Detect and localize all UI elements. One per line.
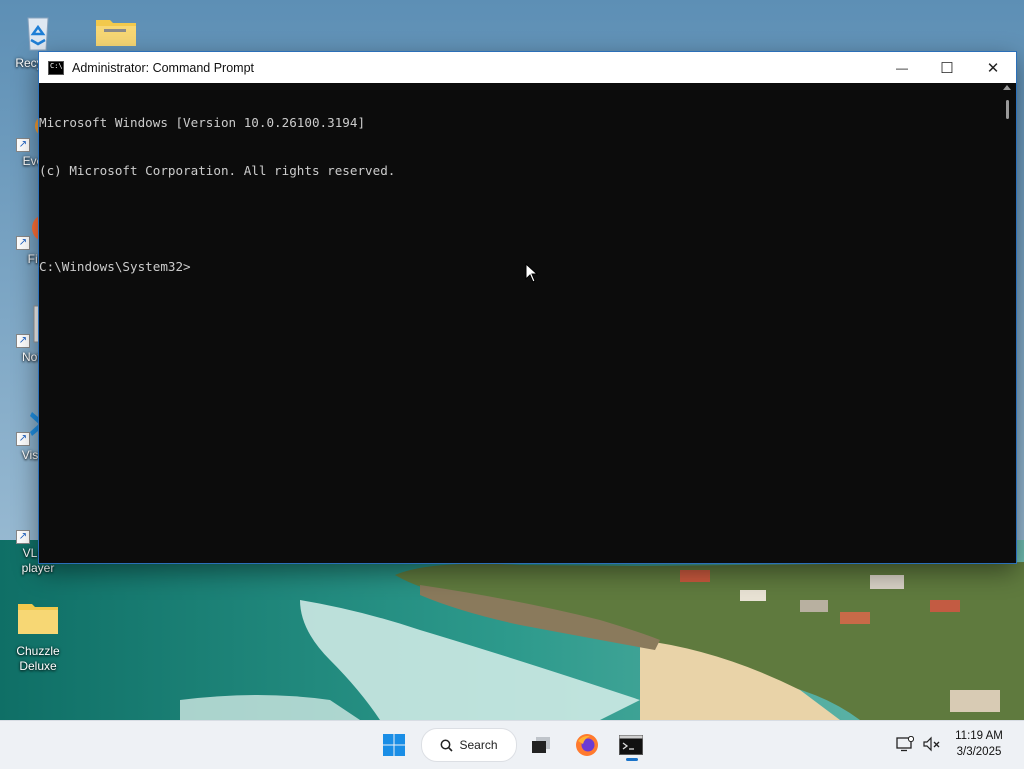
desktop-icon-label-line2: player [21,561,55,575]
console-output[interactable]: Microsoft Windows [Version 10.0.26100.31… [39,83,999,563]
search-label: Search [459,738,498,752]
clock-time: 11:19 AM [955,730,1003,742]
command-prompt-icon [619,735,643,755]
network-icon[interactable] [896,736,914,752]
shortcut-arrow-icon: ↗ [16,236,30,250]
console-prompt[interactable]: C:\Windows\System32> [39,259,999,275]
task-view-icon [532,737,550,753]
console-line: (c) Microsoft Corporation. All rights re… [39,163,396,178]
desktop-icon-zip-folder[interactable] [78,10,154,56]
taskbar-search-button[interactable]: Search [421,721,517,769]
firefox-icon [576,734,598,756]
shortcut-arrow-icon: ↗ [16,138,30,152]
folder-icon [16,598,60,642]
active-app-indicator [626,758,638,761]
clock-date: 3/3/2025 [956,746,1002,758]
volume-muted-icon[interactable] [923,736,941,752]
minimize-button[interactable]: — [879,52,925,83]
maximize-icon: ☐ [940,59,954,77]
close-icon: ✕ [986,59,1000,77]
command-prompt-icon [48,60,64,75]
shortcut-arrow-icon: ↗ [16,530,30,544]
recycle-bin-icon [16,10,60,54]
window-titlebar[interactable]: Administrator: Command Prompt — ☐ ✕ [39,52,1016,83]
window-title: Administrator: Command Prompt [72,60,255,75]
zip-folder-icon [94,10,138,54]
minimize-icon: — [896,60,908,75]
desktop-icon-label-line2: Deluxe [19,659,57,673]
search-box[interactable]: Search [421,728,517,762]
scrollbar-thumb[interactable] [1006,100,1009,119]
taskbar: Search [0,720,1024,769]
windows-logo-icon [383,734,405,756]
console-line: Microsoft Windows [Version 10.0.26100.31… [39,115,366,130]
taskbar-firefox-button[interactable] [568,721,606,769]
command-prompt-window[interactable]: Administrator: Command Prompt — ☐ ✕ Micr… [39,52,1016,563]
task-view-button[interactable] [522,721,560,769]
shortcut-arrow-icon: ↗ [16,432,30,446]
desktop-icon-label: Chuzzle [16,644,60,658]
desktop-icon-chuzzle-deluxe[interactable]: Chuzzle Deluxe [0,598,76,674]
scroll-up-arrow-icon[interactable] [1003,85,1011,90]
maximize-button[interactable]: ☐ [924,52,970,83]
start-button[interactable] [374,721,414,769]
vertical-scrollbar[interactable] [999,83,1016,563]
taskbar-command-prompt-button[interactable] [612,721,650,769]
search-icon [441,739,454,752]
taskbar-clock[interactable]: 11:19 AM 3/3/2025 [946,728,1012,760]
close-button[interactable]: ✕ [970,52,1016,83]
shortcut-arrow-icon: ↗ [16,334,30,348]
mouse-cursor-icon [525,263,539,283]
